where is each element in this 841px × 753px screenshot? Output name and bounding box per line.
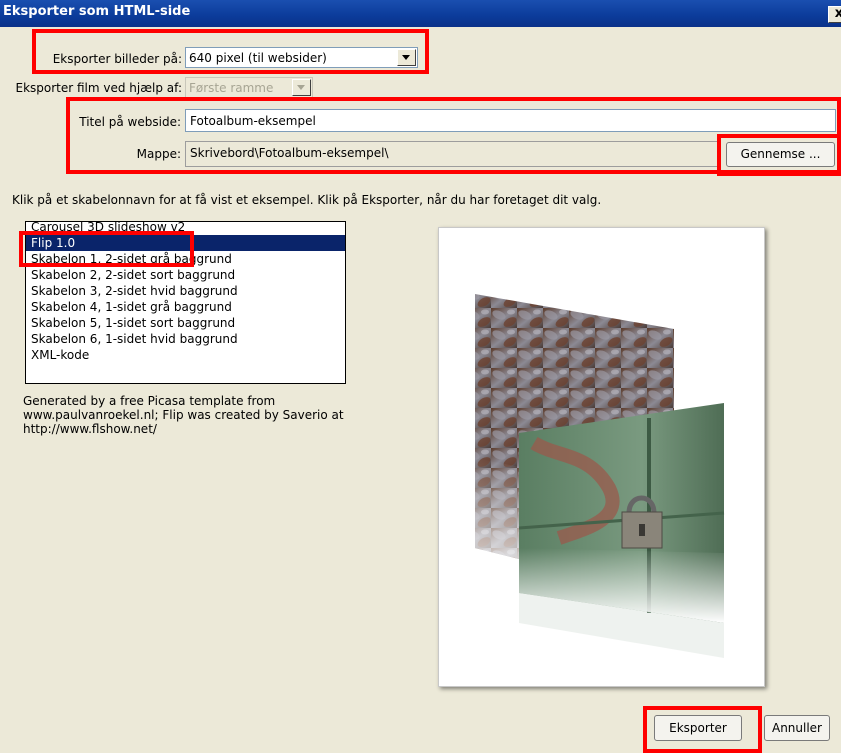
template-item-skabelon-1[interactable]: Skabelon 1, 2-sidet grå baggrund	[26, 251, 345, 267]
export-video-value: Første ramme	[189, 81, 274, 95]
template-preview	[438, 227, 765, 687]
export-button[interactable]: Eksporter	[654, 715, 742, 741]
credits-line: www.paulvanroekel.nl; Flip was created b…	[23, 408, 344, 422]
credits-line: http://www.flshow.net/	[23, 422, 157, 436]
template-item-skabelon-4[interactable]: Skabelon 4, 1-sidet grå baggrund	[26, 299, 345, 315]
credits-line: Generated by a free Picasa template from	[23, 394, 276, 408]
close-button[interactable]: x	[828, 6, 841, 23]
template-list[interactable]: Carousel 3D slideshow v2 Flip 1.0 Skabel…	[25, 221, 346, 384]
template-item-skabelon-5[interactable]: Skabelon 5, 1-sidet sort baggrund	[26, 315, 345, 331]
folder-label: Mappe:	[136, 147, 181, 161]
chevron-down-icon[interactable]	[292, 79, 311, 96]
template-item-skabelon-3[interactable]: Skabelon 3, 2-sidet hvid baggrund	[26, 283, 345, 299]
export-video-label: Eksporter film ved hjælp af:	[15, 81, 182, 95]
template-item-carousel[interactable]: Carousel 3D slideshow v2	[26, 222, 345, 235]
export-images-dropdown[interactable]: 640 pixel (til websider)	[185, 47, 418, 68]
folder-path-field: Skrivebord\Fotoalbum-eksempel\	[185, 141, 718, 167]
template-item-flip[interactable]: Flip 1.0	[26, 235, 345, 251]
export-images-label: Eksporter billeder på:	[52, 52, 182, 66]
instruction-text: Klik på et skabelonnavn for at få vist e…	[12, 193, 602, 207]
browse-button[interactable]: Gennemse ...	[726, 142, 835, 167]
preview-image	[475, 294, 725, 658]
template-item-skabelon-6[interactable]: Skabelon 6, 1-sidet hvid baggrund	[26, 331, 345, 347]
export-images-value: 640 pixel (til websider)	[189, 51, 327, 65]
export-video-dropdown[interactable]: Første ramme	[185, 77, 313, 98]
window-title: Eksporter som HTML-side	[3, 4, 191, 19]
page-title-label: Titel på webside:	[79, 115, 181, 129]
template-credits: Generated by a free Picasa template from…	[23, 394, 353, 436]
cancel-button[interactable]: Annuller	[764, 715, 830, 741]
template-item-skabelon-2[interactable]: Skabelon 2, 2-sidet sort baggrund	[26, 267, 345, 283]
chevron-down-icon[interactable]	[397, 49, 416, 66]
template-item-xml[interactable]: XML-kode	[26, 347, 345, 363]
page-title-input[interactable]: Fotoalbum-eksempel	[185, 109, 836, 132]
